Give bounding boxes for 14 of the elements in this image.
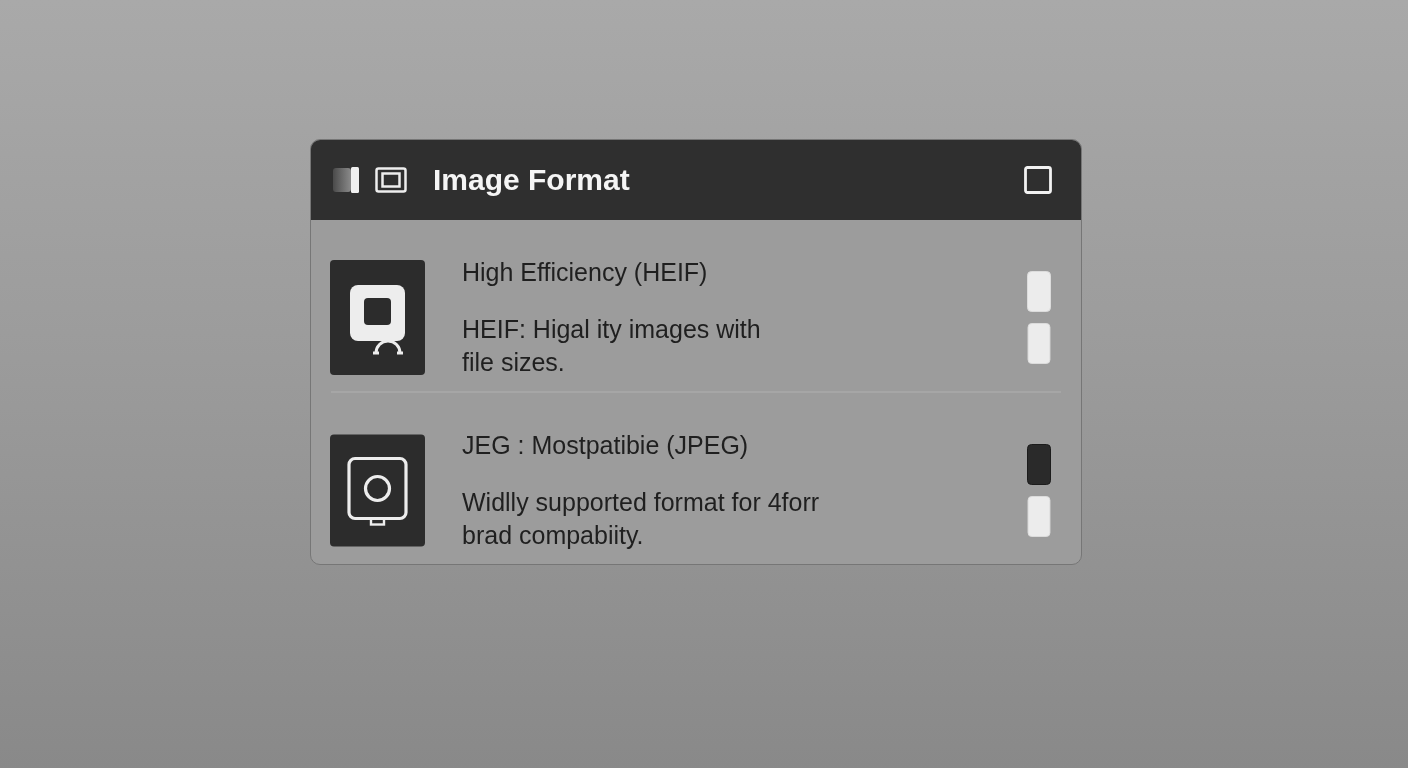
option-title: High Efficiency (HEIF) bbox=[462, 257, 709, 288]
panel-toggle-icon[interactable] bbox=[333, 167, 359, 193]
format-option[interactable]: JEG : Mostpatibie (JPEG) Widlly supported format for 4forr brad compabiity. bbox=[311, 393, 1081, 564]
circle-frame-icon bbox=[330, 433, 425, 548]
option-description: Widlly supported format for 4forr brad compabiity. bbox=[462, 487, 821, 551]
option-title: JEG : Mostpatibie (JPEG) bbox=[462, 430, 750, 461]
rounded-bar-icon bbox=[1027, 496, 1051, 537]
nested-squares-icon[interactable] bbox=[375, 167, 407, 193]
rounded-bar-icon bbox=[1027, 323, 1051, 364]
option-description: HEIF: Higal ity images with file sizes. bbox=[462, 314, 762, 378]
format-option[interactable]: High Efficiency (HEIF) HEIF: Higal ity images with file sizes. bbox=[311, 220, 1081, 391]
square-frame-icon bbox=[330, 260, 425, 375]
square-icon[interactable] bbox=[1024, 166, 1052, 194]
window-title: Image Format bbox=[433, 165, 631, 195]
